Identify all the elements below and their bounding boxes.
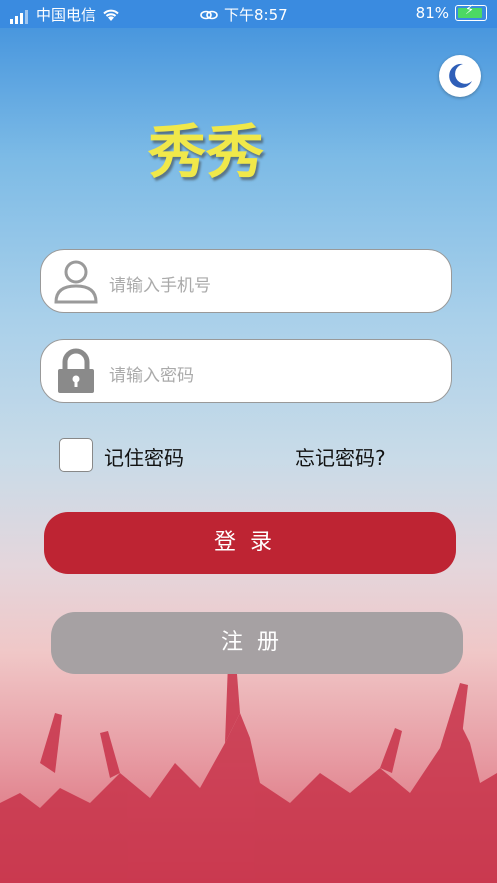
status-right: 81% ⚡	[415, 3, 487, 22]
crowd-background	[0, 661, 497, 883]
register-button[interactable]: 注册	[51, 612, 463, 674]
phone-field[interactable]: 请输入手机号	[40, 249, 452, 313]
password-field[interactable]: 请输入密码	[40, 339, 452, 403]
remember-label: 记住密码	[104, 446, 184, 470]
battery-icon: ⚡	[455, 3, 487, 21]
lock-icon	[58, 348, 94, 393]
status-left: 中国电信	[10, 4, 120, 25]
password-placeholder: 请输入密码	[109, 366, 194, 386]
login-button[interactable]: 登录	[44, 512, 456, 574]
app-title: 秀秀	[148, 118, 265, 186]
phone-placeholder: 请输入手机号	[109, 276, 211, 296]
remember-checkbox[interactable]	[59, 438, 93, 472]
forgot-password-link[interactable]: 忘记密码?	[295, 442, 386, 471]
night-mode-button[interactable]	[439, 55, 481, 97]
status-bar: 中国电信 下午8:57 81% ⚡	[0, 0, 497, 28]
wifi-icon	[103, 9, 119, 21]
user-icon	[54, 260, 98, 304]
status-center: 下午8:57	[200, 4, 288, 25]
link-icon	[200, 10, 218, 19]
moon-icon	[449, 63, 472, 88]
status-time: 下午8:57	[224, 6, 288, 24]
battery-percent: 81%	[415, 4, 449, 22]
carrier-label: 中国电信	[36, 6, 97, 24]
signal-icon	[10, 6, 30, 24]
